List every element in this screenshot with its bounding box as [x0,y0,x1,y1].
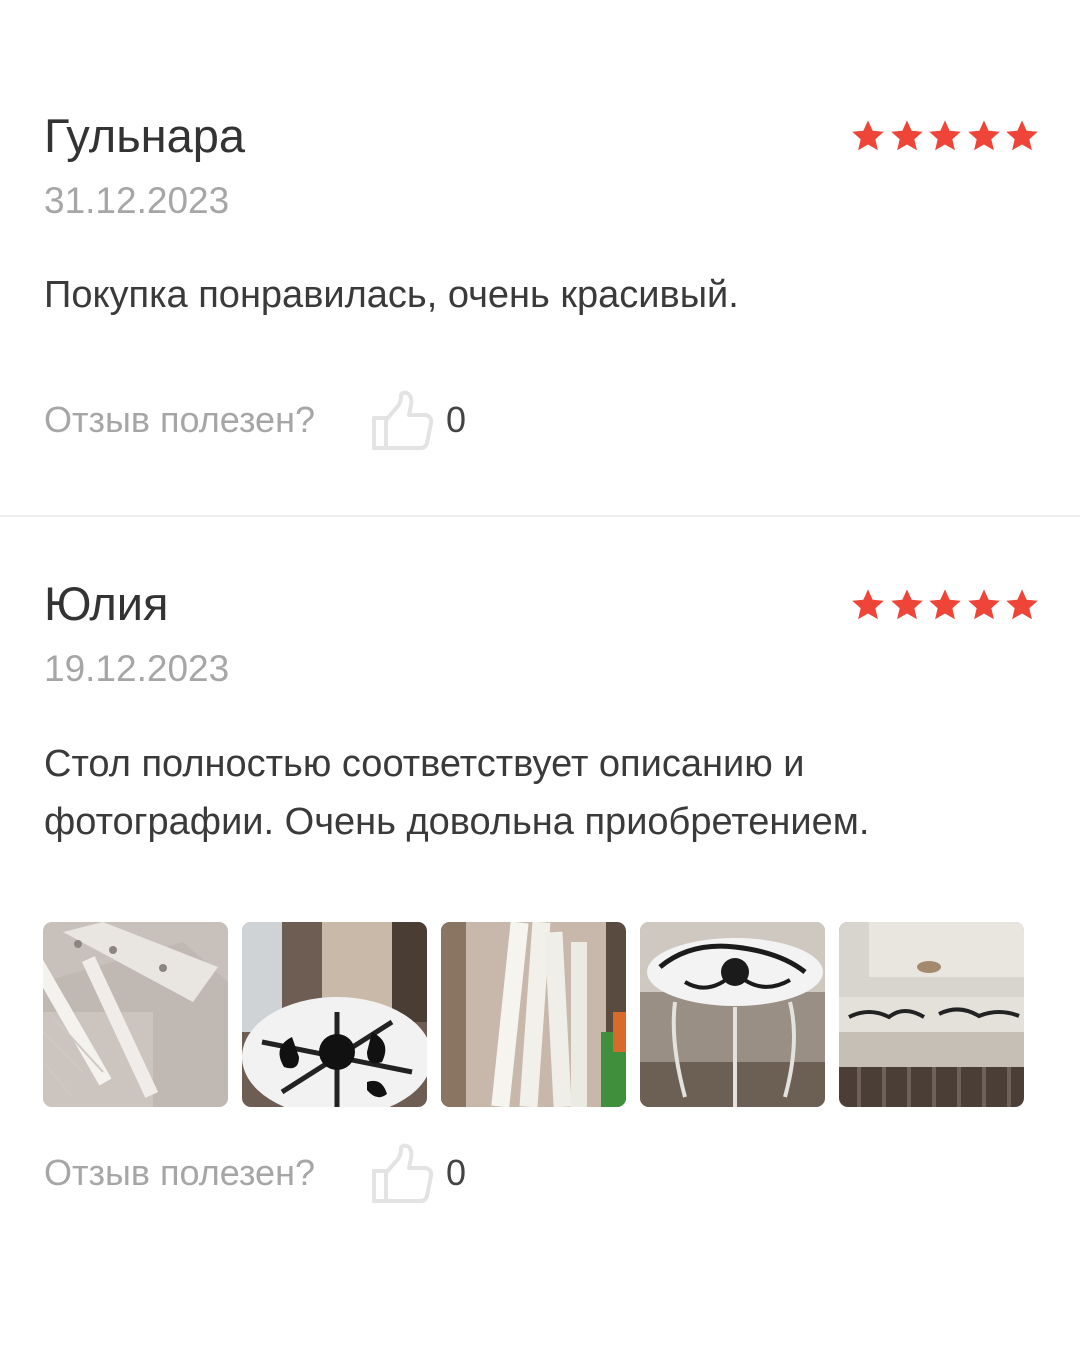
star-icon [929,120,961,151]
star-icon [967,589,1000,620]
review-text: Покупка понравилась, очень красивый. [44,274,739,316]
review-date: 19.12.2023 [44,648,230,689]
review-photo-thumbnail[interactable] [242,922,427,1107]
star-icon [890,120,923,151]
star-icon [890,589,923,620]
like-count: 0 [446,1152,467,1193]
star-icon [929,589,961,620]
review-card: Юлия 19.12.2023 Стол полностью соответст… [0,517,1080,1351]
thumbs-up-icon [372,1143,434,1203]
rating-stars [850,587,1040,623]
star-icon [967,120,1000,151]
rating-stars [850,118,1040,154]
review-photo-thumbnail[interactable] [640,922,825,1107]
review-photos [43,922,1028,1107]
star-icon [852,589,884,620]
review-photo-thumbnail[interactable] [441,922,626,1107]
thumbs-up-icon [372,390,434,450]
review-date: 31.12.2023 [44,180,230,221]
star-icon [852,120,884,151]
helpful-label: Отзыв полезен? [44,1152,315,1193]
review-author: Гульнара [44,109,246,162]
review-text: Стол полностью соответствует описанию и … [44,743,870,843]
star-icon [1006,589,1038,620]
review-photo-thumbnail[interactable] [839,922,1024,1107]
review-author: Юлия [44,577,169,630]
like-button[interactable] [370,390,436,452]
review-photo-thumbnail[interactable] [43,922,228,1107]
helpful-label: Отзыв полезен? [44,399,315,440]
star-icon [1006,120,1038,151]
like-button[interactable] [370,1143,436,1205]
like-count: 0 [446,399,467,440]
review-card: Гульнара 31.12.2023 Покупка понравилась,… [0,0,1080,515]
